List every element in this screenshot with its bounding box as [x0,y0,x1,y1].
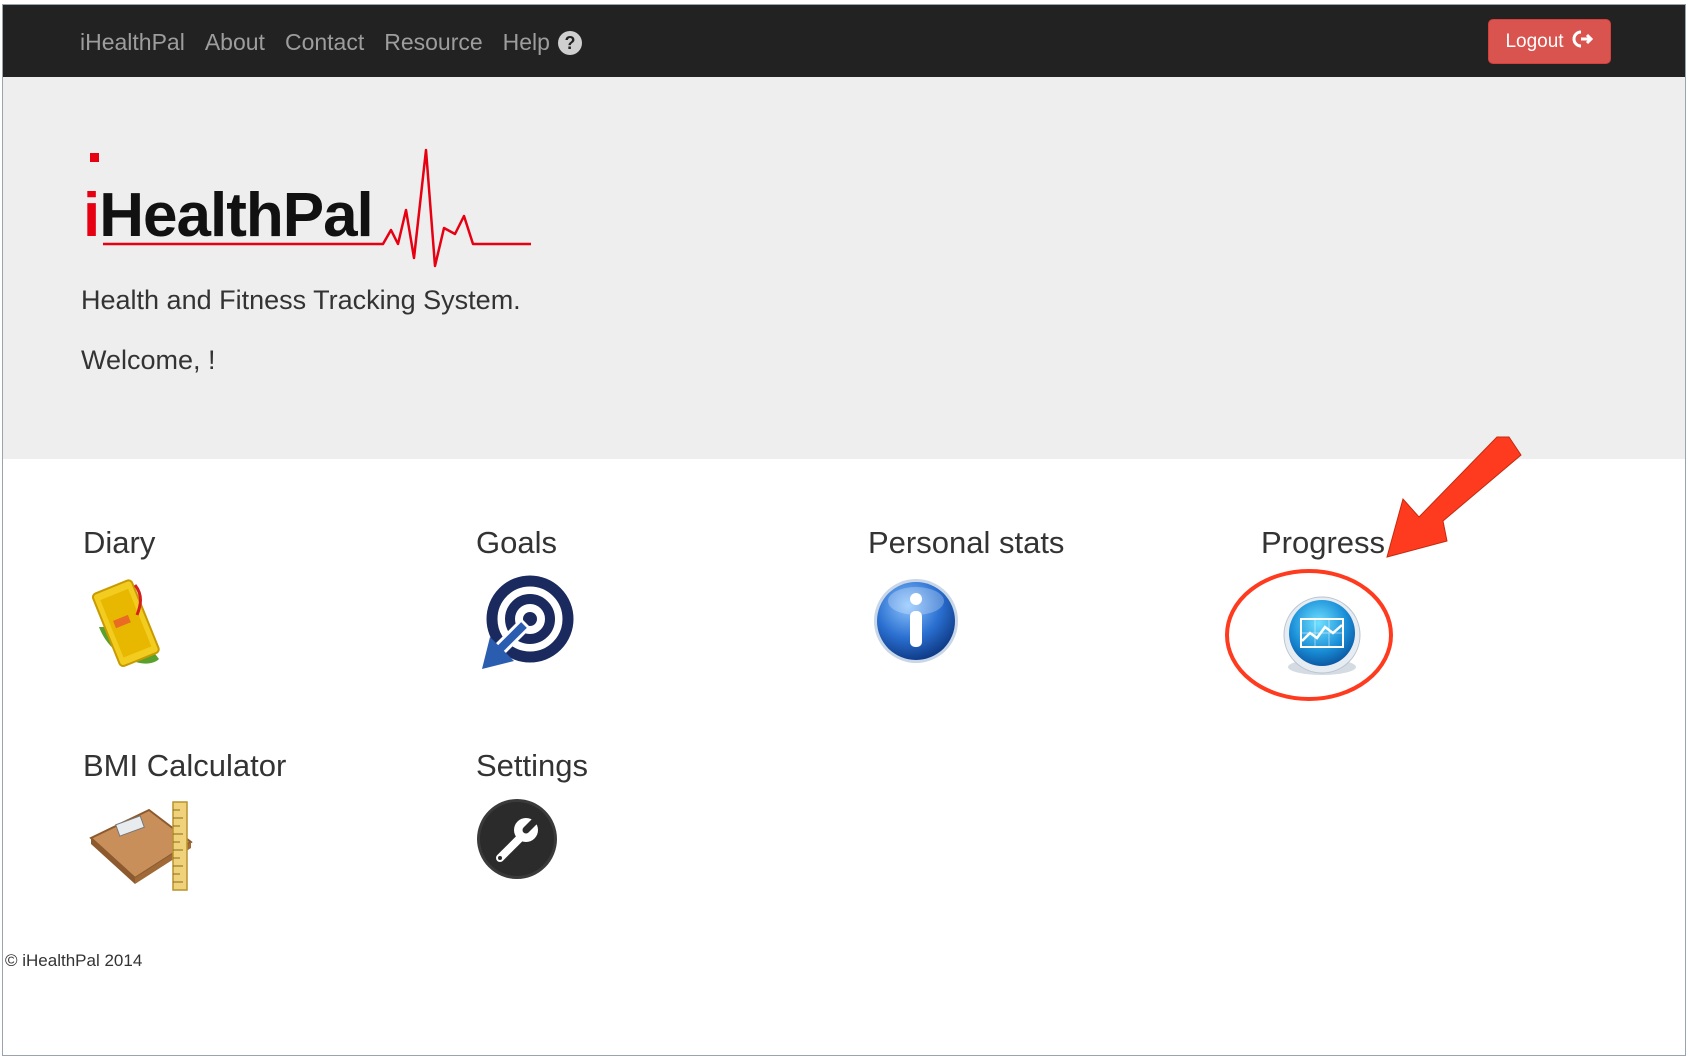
diary-notebook-icon [89,575,169,676]
top-navbar: iHealthPal About Contact Resource Help ?… [3,5,1685,78]
logo-wordmark-i: i [83,181,100,250]
nav-contact[interactable]: Contact [285,29,364,56]
tile-settings-label: Settings [476,748,589,783]
tile-bmi-calculator[interactable]: BMI Calculator [83,748,383,918]
question-circle-icon: ? [557,30,582,55]
tile-diary-label: Diary [83,525,156,560]
logo-wordmark-rest: HealthPal [99,181,374,250]
pointer-arrow-annotation [1385,433,1525,568]
nav-resource[interactable]: Resource [384,29,482,56]
highlight-circle-annotation [1221,565,1397,710]
target-arrow-icon [476,575,576,680]
nav-brand[interactable]: iHealthPal [80,29,185,56]
nav-links: iHealthPal About Contact Resource Help ? [80,29,602,56]
nav-help[interactable]: Help ? [503,29,582,56]
scale-ruler-icon [87,798,199,899]
tile-bmi-label: BMI Calculator [83,748,287,783]
ihealthpal-logo: iHealthPal [83,140,543,280]
info-icon [872,577,960,670]
nav-help-label: Help [502,29,550,55]
tile-goals[interactable]: Goals [476,525,736,685]
welcome-message: Welcome, ! [81,345,216,375]
tile-goals-label: Goals [476,525,557,560]
tile-settings[interactable]: Settings [476,748,736,898]
footer-copyright: © iHealthPal 2014 [5,951,143,970]
wrench-icon [476,798,558,885]
logo-wordmark: iHealthPal [83,180,374,251]
tile-diary[interactable]: Diary [83,525,343,685]
tile-personal-stats-label: Personal stats [868,525,1065,560]
logout-label: Logout [1505,30,1564,52]
hero-tagline: Health and Fitness Tracking System. [81,285,521,315]
sign-out-icon [1572,29,1594,55]
tile-personal-stats[interactable]: Personal stats [868,525,1148,685]
nav-about[interactable]: About [205,29,265,56]
logout-button[interactable]: Logout [1488,19,1611,64]
browser-viewport: iHealthPal About Contact Resource Help ?… [2,4,1686,1056]
